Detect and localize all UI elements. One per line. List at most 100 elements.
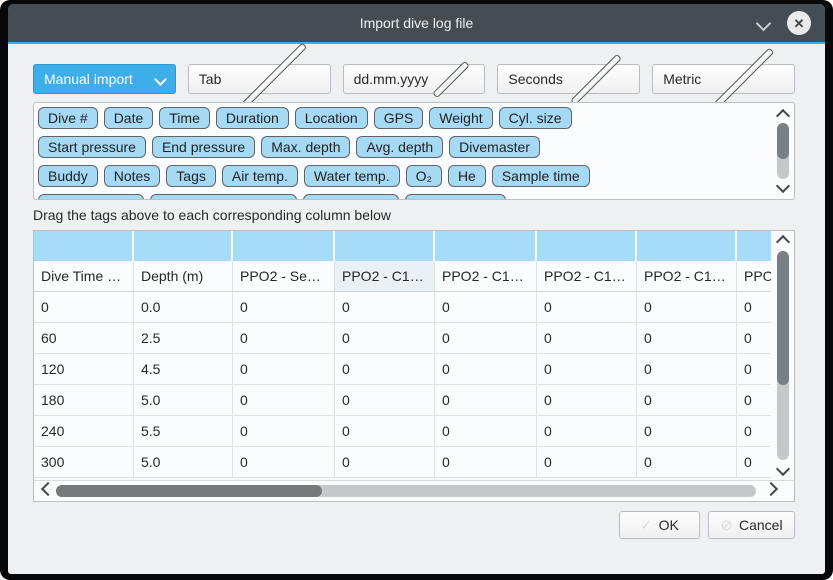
check-icon: ✓ bbox=[640, 516, 653, 534]
table-cell: 240 bbox=[34, 416, 134, 446]
table-cell: 0 bbox=[335, 416, 435, 446]
column-header[interactable]: PPO2 - C1… bbox=[335, 261, 435, 291]
tag[interactable]: Location bbox=[295, 107, 368, 129]
units-value: Metric bbox=[663, 71, 701, 87]
table-cell: 0 bbox=[435, 385, 537, 415]
table-cell: 0 bbox=[435, 323, 537, 353]
table-cell: 0 bbox=[435, 416, 537, 446]
column-drop-target[interactable] bbox=[637, 231, 737, 261]
scroll-up-icon[interactable] bbox=[776, 235, 790, 249]
tag[interactable]: He bbox=[448, 165, 486, 187]
tag[interactable]: Sample depth bbox=[38, 194, 144, 200]
column-drop-target[interactable] bbox=[335, 231, 435, 261]
tag[interactable]: Notes bbox=[104, 165, 161, 187]
column-header[interactable]: Depth (m) bbox=[134, 261, 233, 291]
tag[interactable]: Buddy bbox=[38, 165, 98, 187]
table-viewport: Dive Time …Depth (m)PPO2 - Se…PPO2 - C1…… bbox=[34, 231, 771, 480]
import-type-select[interactable]: Manual import bbox=[33, 64, 176, 94]
scrollbar-thumb[interactable] bbox=[56, 485, 322, 497]
field-separator-select[interactable]: Tab bbox=[188, 64, 331, 94]
shade-window-icon[interactable] bbox=[756, 15, 772, 31]
scroll-up-icon[interactable] bbox=[776, 109, 790, 123]
close-icon: ✕ bbox=[794, 17, 805, 30]
tag[interactable]: Sample pO₂ bbox=[303, 194, 398, 200]
tag[interactable]: Date bbox=[104, 107, 154, 129]
column-header[interactable]: PPO2 - C1… bbox=[637, 261, 737, 291]
column-drop-target[interactable] bbox=[34, 231, 134, 261]
column-header[interactable]: PPO2 - Se… bbox=[233, 261, 335, 291]
tag[interactable]: Weight bbox=[429, 107, 492, 129]
scroll-down-icon[interactable] bbox=[776, 179, 790, 193]
column-drop-target[interactable] bbox=[435, 231, 537, 261]
date-format-select[interactable]: dd.mm.yyyy bbox=[343, 64, 486, 94]
table-cell: 0 bbox=[233, 323, 335, 353]
tag[interactable]: Air temp. bbox=[222, 165, 298, 187]
column-drop-target[interactable] bbox=[233, 231, 335, 261]
tag[interactable]: Divemaster bbox=[449, 136, 540, 158]
column-header[interactable]: PPO2 - C1… bbox=[537, 261, 637, 291]
tag[interactable]: Tags bbox=[166, 165, 216, 187]
column-drop-target[interactable] bbox=[537, 231, 637, 261]
table-horizontal-scrollbar[interactable] bbox=[34, 480, 794, 501]
table-cell: 0 bbox=[537, 385, 637, 415]
table-cell: 0 bbox=[233, 354, 335, 384]
table-cell: 120 bbox=[34, 354, 134, 384]
scrollbar-track[interactable] bbox=[777, 123, 789, 179]
ok-button-label: OK bbox=[659, 517, 679, 533]
cancel-button-label: Cancel bbox=[739, 517, 783, 533]
scrollbar-track[interactable] bbox=[56, 485, 756, 497]
table-cell: 5.0 bbox=[134, 385, 233, 415]
scrollbar-thumb[interactable] bbox=[777, 251, 789, 385]
tag[interactable]: GPS bbox=[374, 107, 424, 129]
table-cell: 0 bbox=[233, 292, 335, 322]
tag[interactable]: Start pressure bbox=[38, 136, 146, 158]
tag[interactable]: Cyl. size bbox=[499, 107, 572, 129]
column-drop-target[interactable] bbox=[134, 231, 233, 261]
scrollbar-thumb[interactable] bbox=[777, 123, 789, 159]
titlebar[interactable]: Import dive log file ✕ bbox=[8, 4, 825, 42]
ok-button[interactable]: ✓ OK bbox=[619, 511, 700, 539]
table-vertical-scrollbar[interactable] bbox=[772, 231, 794, 480]
table-cell: 0 bbox=[34, 292, 134, 322]
date-format-value: dd.mm.yyyy bbox=[354, 71, 429, 87]
table-cell: 0 bbox=[737, 323, 771, 353]
column-drop-target[interactable] bbox=[737, 231, 771, 261]
tag-list-rows: Dive # DateTime Duration Location GPSWeight C… bbox=[38, 107, 766, 200]
tag[interactable]: Time bbox=[159, 107, 210, 129]
table-row: 00.0000000 bbox=[34, 292, 771, 323]
scroll-left-icon[interactable] bbox=[41, 482, 55, 496]
close-button[interactable]: ✕ bbox=[787, 11, 811, 35]
tag[interactable]: O₂ bbox=[406, 165, 442, 187]
table-cell: 0 bbox=[335, 385, 435, 415]
column-header[interactable]: PPO2 - C1… bbox=[435, 261, 537, 291]
tag[interactable]: Sample temperature bbox=[150, 194, 297, 200]
duration-format-select[interactable]: Seconds bbox=[497, 64, 640, 94]
column-header-row: Dive Time …Depth (m)PPO2 - Se…PPO2 - C1…… bbox=[34, 261, 771, 292]
table-cell: 0 bbox=[233, 447, 335, 477]
tag[interactable]: Dive # bbox=[38, 107, 98, 129]
tag[interactable]: Sample time bbox=[492, 165, 590, 187]
tag[interactable]: Max. depth bbox=[261, 136, 350, 158]
dialog-buttons: ✓ OK ⊘ Cancel bbox=[33, 511, 795, 539]
table-row: 1805.0000000 bbox=[34, 385, 771, 416]
drag-instruction-label: Drag the tags above to each correspondin… bbox=[33, 207, 795, 225]
table-row: 602.5000000 bbox=[34, 323, 771, 354]
chevron-down-icon bbox=[433, 60, 471, 98]
tag[interactable]: Duration bbox=[216, 107, 289, 129]
table-cell: 0.0 bbox=[134, 292, 233, 322]
titlebar-actions: ✕ bbox=[758, 4, 811, 42]
scroll-right-icon[interactable] bbox=[764, 482, 778, 496]
tag[interactable]: End pressure bbox=[152, 136, 255, 158]
scroll-down-icon[interactable] bbox=[776, 462, 790, 476]
cancel-button[interactable]: ⊘ Cancel bbox=[708, 511, 795, 539]
units-select[interactable]: Metric bbox=[652, 64, 795, 94]
tag[interactable]: Sample CNS bbox=[405, 194, 506, 200]
tag-list-scrollbar[interactable] bbox=[774, 105, 792, 197]
tag[interactable]: Avg. depth bbox=[356, 136, 443, 158]
column-header[interactable]: PPO2 bbox=[737, 261, 771, 291]
scrollbar-track[interactable] bbox=[777, 251, 789, 460]
tag[interactable]: Water temp. bbox=[304, 165, 400, 187]
tag-row: Dive # DateTime Duration Location GPSWeight C… bbox=[38, 107, 766, 129]
column-header[interactable]: Dive Time … bbox=[34, 261, 134, 291]
table-cell: 5.5 bbox=[134, 416, 233, 446]
